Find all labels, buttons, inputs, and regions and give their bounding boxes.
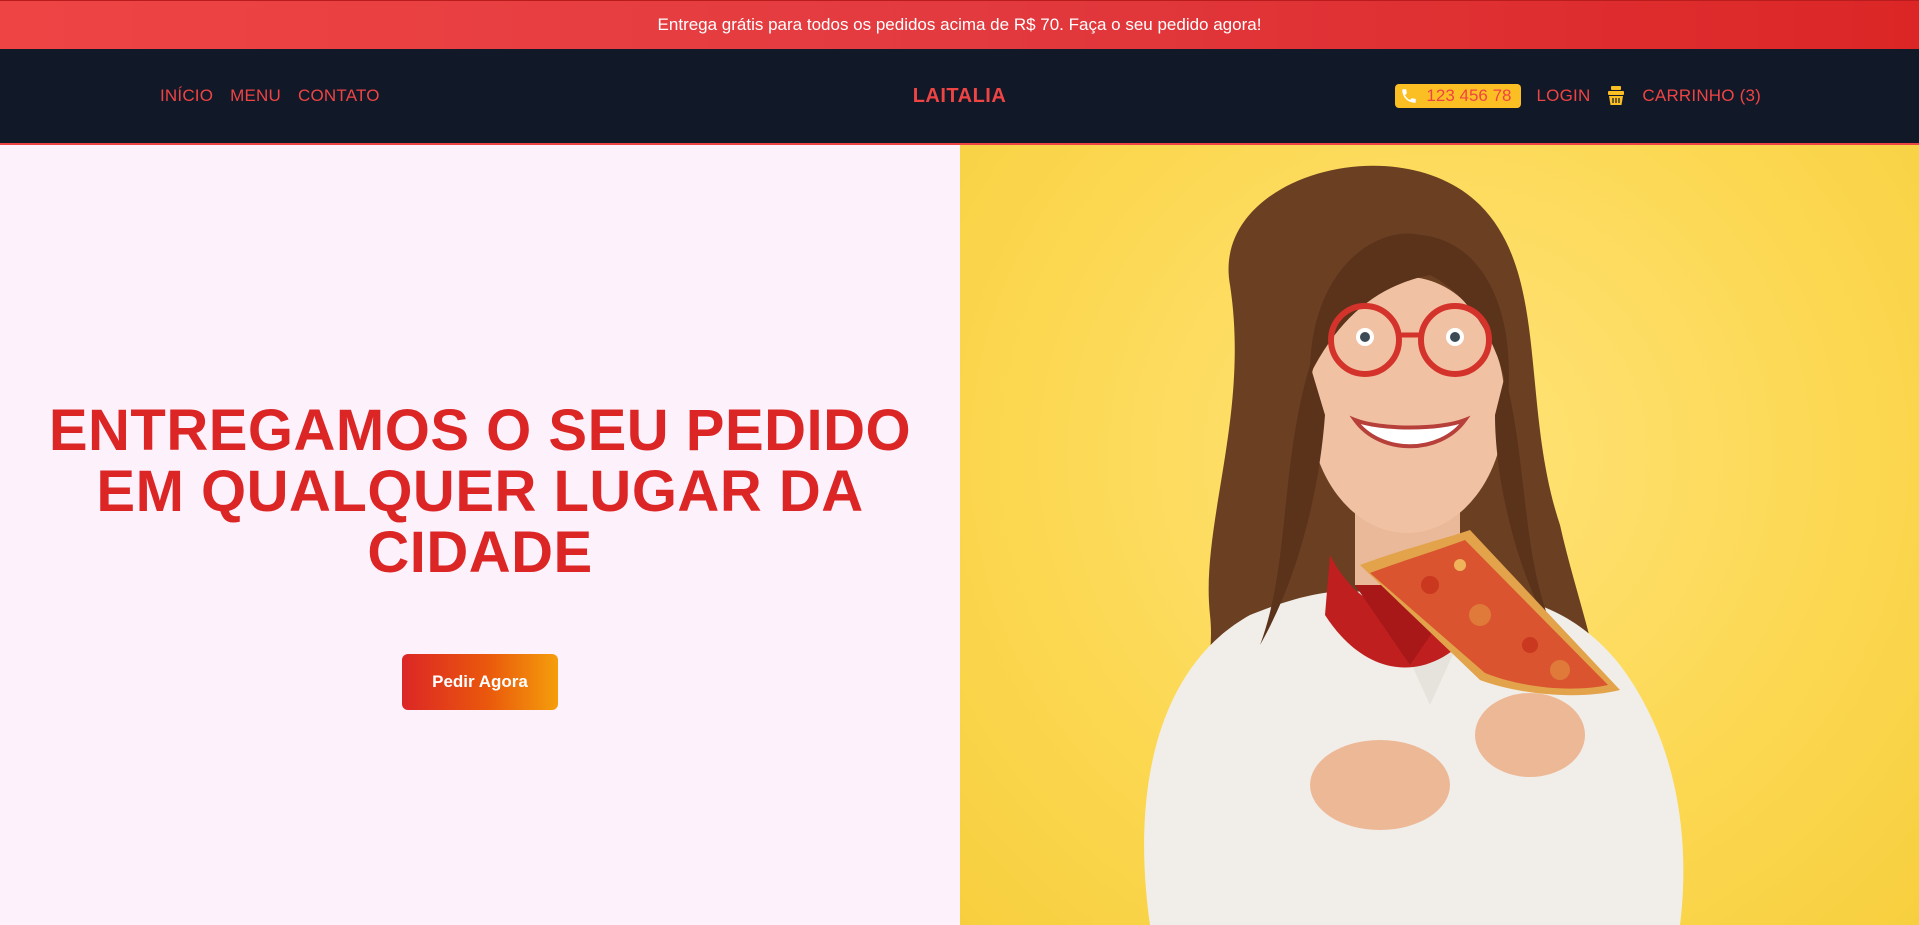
brand-logo[interactable]: LAITALIA [913, 85, 1007, 108]
woman-eating-pizza-photo [1144, 165, 1684, 925]
phone-button[interactable]: 123 456 78 [1395, 84, 1521, 108]
login-link[interactable]: LOGIN [1537, 86, 1591, 106]
hero-image-panel [960, 145, 1919, 925]
nav-actions: 123 456 78 LOGIN CARRINHO (3) [1395, 49, 1761, 143]
order-now-button[interactable]: Pedir Agora [402, 654, 558, 710]
phone-icon [1400, 87, 1418, 105]
promo-text: Entrega grátis para todos os pedidos aci… [657, 15, 1262, 34]
hero-text-panel: ENTREGAMOS O SEU PEDIDO EM QUALQUER LUGA… [0, 145, 960, 925]
hero-title: ENTREGAMOS O SEU PEDIDO EM QUALQUER LUGA… [48, 398, 912, 585]
promo-banner: Entrega grátis para todos os pedidos aci… [0, 0, 1919, 49]
main-navbar: INÍCIO MENU CONTATO LAITALIA 123 456 78 … [0, 49, 1919, 145]
cart-link[interactable]: CARRINHO (3) [1642, 86, 1761, 106]
primary-nav: INÍCIO MENU CONTATO [160, 49, 380, 143]
shopping-basket-icon[interactable] [1607, 86, 1625, 106]
nav-link-inicio[interactable]: INÍCIO [160, 86, 213, 106]
nav-link-menu[interactable]: MENU [230, 86, 281, 106]
nav-link-contato[interactable]: CONTATO [298, 86, 380, 106]
phone-number: 123 456 78 [1426, 86, 1512, 105]
